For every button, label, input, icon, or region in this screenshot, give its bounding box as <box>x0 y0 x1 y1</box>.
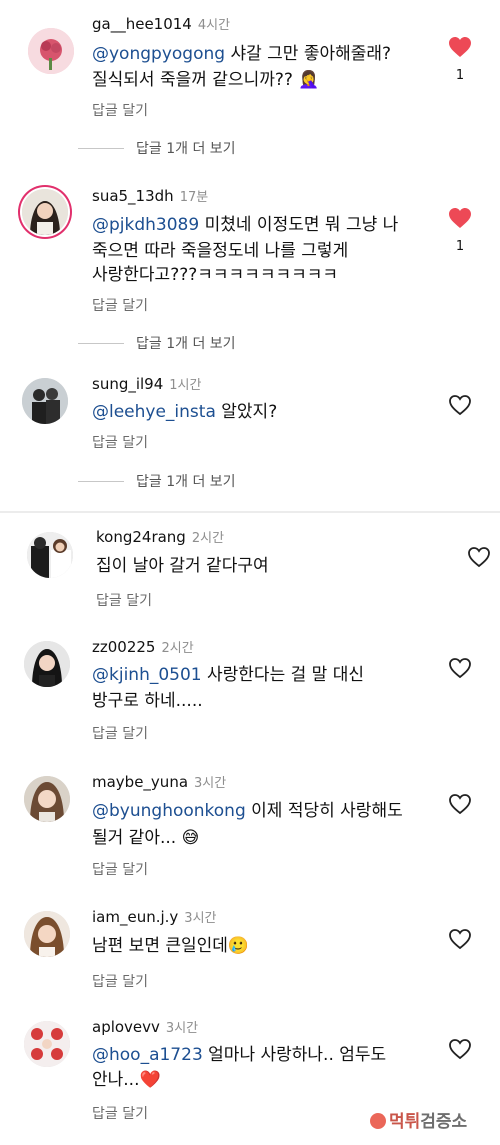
comment-text: @byunghoonkong 이제 적당히 사랑해도 <box>92 801 403 821</box>
reply-button[interactable]: 답글 달기 <box>92 859 148 879</box>
like-button[interactable] <box>447 394 473 416</box>
mention-link[interactable]: @pjkdh3089 <box>92 215 199 235</box>
comment-text-line: 될거 같아... 😅 <box>92 828 200 848</box>
like-button[interactable] <box>447 1038 473 1060</box>
like-button[interactable]: 1 <box>447 36 473 83</box>
avatar[interactable] <box>24 911 70 957</box>
divider-line <box>78 147 124 149</box>
mention-link[interactable]: @hoo_a1723 <box>92 1045 203 1065</box>
comment-username[interactable]: sung_il94 1시간 <box>92 374 201 393</box>
heart-outline-icon <box>449 794 471 815</box>
avatar[interactable] <box>24 776 70 822</box>
comment-text: @hoo_a1723 얼마나 사랑하나.. 엄두도 <box>92 1045 387 1065</box>
mention-link[interactable]: @yongpyogong <box>92 44 225 64</box>
like-count: 1 <box>455 68 465 83</box>
reply-button[interactable]: 답글 달기 <box>92 295 148 315</box>
comment-text-line: 방구로 하네..... <box>92 691 203 711</box>
heart-outline-icon <box>468 547 490 568</box>
comment-time: 1시간 <box>169 378 202 393</box>
comment-time: 3시간 <box>194 776 227 791</box>
view-more-replies[interactable]: 답글 1개 더 보기 <box>78 471 236 491</box>
reply-button[interactable]: 답글 달기 <box>92 723 148 743</box>
heart-outline-icon <box>449 929 471 950</box>
like-button[interactable] <box>447 657 473 679</box>
watermark-logo: 먹튀검증소 <box>370 1107 467 1132</box>
comment-text-line: 질식되서 죽을꺼 같으니까?? 🤦‍♀️ <box>92 70 320 90</box>
mention-link[interactable]: @leehye_insta <box>92 402 216 422</box>
heart-outline-icon <box>449 395 471 416</box>
heart-filled-icon <box>449 208 471 228</box>
comment-time: 3시간 <box>184 911 217 926</box>
heart-filled-icon <box>449 37 471 57</box>
comment-text: 집이 날아 갈거 같다구여 <box>96 556 269 576</box>
section-divider <box>0 511 500 513</box>
comment-username[interactable]: sua5_13dh 17분 <box>92 186 208 205</box>
like-button[interactable] <box>447 928 473 950</box>
reply-button[interactable]: 답글 달기 <box>92 1103 148 1123</box>
comment-text: @yongpyogong 샤갈 그만 좋아해줄래? <box>92 44 392 64</box>
comment-text-line: 안나...❤️ <box>92 1070 161 1090</box>
comment-text: @kjinh_0501 사랑한다는 걸 말 대신 <box>92 665 364 685</box>
avatar[interactable] <box>27 532 73 578</box>
like-button[interactable] <box>466 546 492 568</box>
comment-username[interactable]: aplovevv 3시간 <box>92 1017 198 1036</box>
heart-outline-icon <box>449 1039 471 1060</box>
comment-username[interactable]: kong24rang 2시간 <box>96 527 224 546</box>
comment-time: 2시간 <box>191 531 225 546</box>
avatar[interactable] <box>28 28 74 74</box>
avatar[interactable] <box>24 1021 70 1067</box>
heart-outline-icon <box>449 658 471 679</box>
reply-button[interactable]: 답글 달기 <box>92 100 148 120</box>
view-more-replies[interactable]: 답글 1개 더 보기 <box>78 333 236 353</box>
like-count: 1 <box>455 239 465 254</box>
comment-text: 남편 보면 큰일인데🥲 <box>92 936 250 956</box>
comment-text: @pjkdh3089 미쳤네 이정도면 뭐 그냥 나 <box>92 215 399 235</box>
comment-username[interactable]: iam_eun.j.y 3시간 <box>92 907 217 926</box>
comment-username[interactable]: zz00225 2시간 <box>92 637 194 656</box>
reply-button[interactable]: 답글 달기 <box>96 590 152 610</box>
avatar[interactable] <box>24 641 70 687</box>
view-more-replies[interactable]: 답글 1개 더 보기 <box>78 138 236 158</box>
avatar[interactable] <box>22 189 68 235</box>
comment-time: 3시간 <box>165 1021 199 1036</box>
reply-button[interactable]: 답글 달기 <box>92 432 148 452</box>
mention-link[interactable]: @kjinh_0501 <box>92 665 202 685</box>
watermark-icon <box>370 1113 386 1129</box>
divider-line <box>78 342 124 344</box>
mention-link[interactable]: @byunghoonkong <box>92 801 246 821</box>
avatar[interactable] <box>22 378 68 424</box>
comment-time: 17분 <box>179 190 209 205</box>
divider-line <box>78 480 124 482</box>
comment-username[interactable]: ga__hee1014 4시간 <box>92 14 230 33</box>
comment-time: 2시간 <box>161 641 194 656</box>
comment-username[interactable]: maybe_yuna 3시간 <box>92 772 226 791</box>
like-button[interactable]: 1 <box>447 207 473 254</box>
comment-text: @leehye_insta 알았지? <box>92 402 278 422</box>
comment-text-line: 죽으면 따라 죽을정도네 나를 그렇게 <box>92 241 349 261</box>
comment-time: 4시간 <box>197 18 231 33</box>
like-button[interactable] <box>447 793 473 815</box>
comment-text-line: 사랑한다고???ㅋㅋㅋㅋㅋㅋㅋㅋㅋ <box>92 265 339 285</box>
reply-button[interactable]: 답글 달기 <box>92 971 148 991</box>
